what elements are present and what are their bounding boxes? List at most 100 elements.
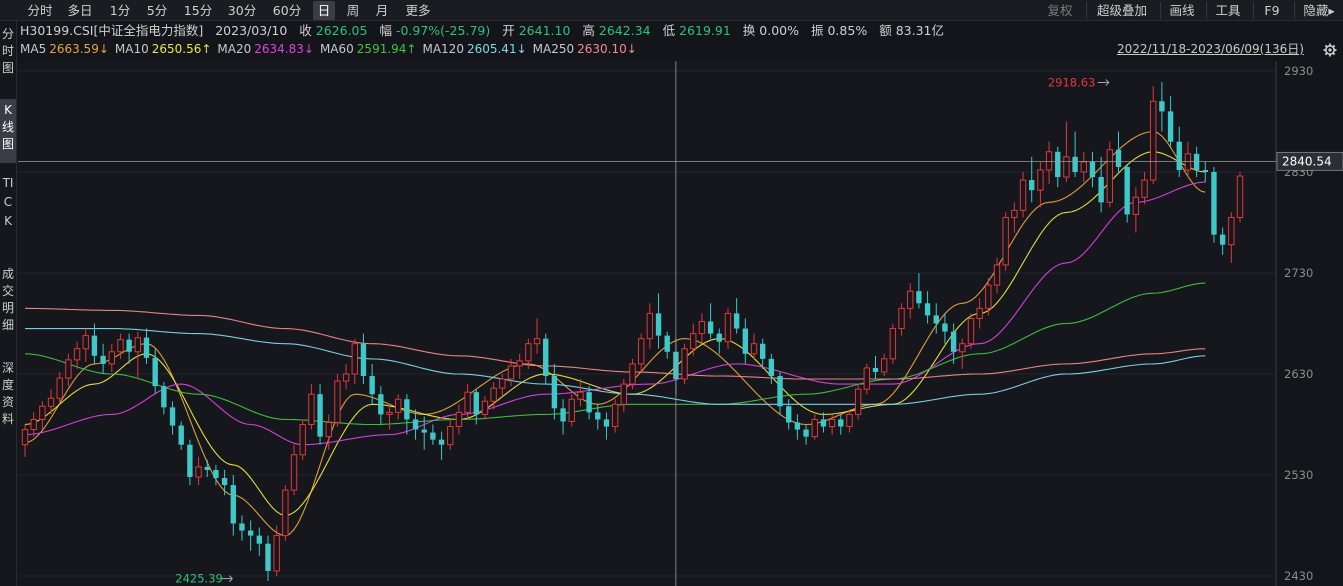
candle-body xyxy=(637,338,645,365)
sidebar-tab-1[interactable]: K线图 xyxy=(0,99,16,163)
candle-body xyxy=(1002,216,1009,266)
candle-body xyxy=(664,335,670,352)
toolbar-divider xyxy=(1086,2,1087,19)
candle-body xyxy=(221,478,228,486)
y-tick-label: 2730 xyxy=(1284,266,1313,280)
candle[interactable] xyxy=(1236,172,1244,223)
candle-body xyxy=(1176,141,1182,170)
candle-body xyxy=(481,400,489,415)
open-value: 2641.10 xyxy=(518,23,571,38)
change-label: 幅 xyxy=(379,23,392,38)
candle-body xyxy=(317,394,323,437)
candle-body xyxy=(568,398,575,422)
tool-button-0[interactable]: 复权 xyxy=(1040,1,1080,20)
ma-legend-name: MA250 xyxy=(532,42,575,56)
candle-body xyxy=(412,419,419,430)
candle-body xyxy=(91,335,98,356)
candle-body xyxy=(1011,209,1018,218)
amount-label: 额 xyxy=(879,23,892,38)
candle-body xyxy=(169,407,176,426)
candle[interactable] xyxy=(282,485,289,541)
candle-body xyxy=(1029,180,1035,191)
candle-body xyxy=(299,424,306,456)
candle-body xyxy=(629,363,636,385)
candle-body xyxy=(430,432,436,440)
candle[interactable] xyxy=(1211,166,1217,243)
candle[interactable] xyxy=(334,374,341,427)
candle[interactable] xyxy=(299,419,306,460)
timeframe-tab-7[interactable]: 日 xyxy=(313,1,335,20)
timeframe-tab-2[interactable]: 1分 xyxy=(106,1,134,20)
candle[interactable] xyxy=(1150,86,1157,185)
sidebar-tab-3[interactable]: 成交明细 xyxy=(0,263,16,349)
timeframe-tab-0[interactable]: 分时 xyxy=(22,1,58,20)
sidebar-tab-4[interactable]: 深度资料 xyxy=(0,357,16,433)
candle-body xyxy=(499,378,506,389)
candle[interactable] xyxy=(1124,163,1130,223)
candle[interactable] xyxy=(1106,141,1114,208)
y-tick-label: 2930 xyxy=(1284,64,1313,78)
candle-body xyxy=(1045,151,1053,171)
candle-body xyxy=(230,485,236,524)
y-tick-label: 2530 xyxy=(1284,468,1313,482)
candle-body xyxy=(768,358,775,377)
candle[interactable] xyxy=(1002,212,1009,271)
turnover-field: 换 0.00% xyxy=(743,22,799,40)
candle-body xyxy=(134,337,142,353)
candle-body xyxy=(889,328,897,360)
timeframe-tab-1[interactable]: 多日 xyxy=(60,1,100,20)
candle-body xyxy=(898,307,905,330)
candle[interactable] xyxy=(854,384,862,420)
candle-body xyxy=(282,489,289,537)
candle-body xyxy=(698,320,706,335)
candle-body xyxy=(73,348,81,361)
low-annotation-label: 2425.39 xyxy=(175,572,223,586)
tool-button-5[interactable]: 隐藏▸ xyxy=(1298,1,1340,20)
timeframe-tab-10[interactable]: 更多 xyxy=(400,1,436,20)
candle-body xyxy=(846,413,853,428)
candle[interactable] xyxy=(967,313,975,349)
candle-body xyxy=(1063,156,1070,178)
ma-legend-name: MA5 xyxy=(20,42,47,56)
timeframe-tab-6[interactable]: 60分 xyxy=(268,1,306,20)
timeframe-tab-5[interactable]: 30分 xyxy=(224,1,260,20)
candle[interactable] xyxy=(681,343,688,385)
tool-button-1[interactable]: 超级叠加 xyxy=(1090,1,1154,20)
candle-body xyxy=(204,466,210,470)
candle-body xyxy=(854,388,862,415)
symbol-name: H30199.CSI[中证全指电力指数] xyxy=(20,23,204,38)
tool-button-2[interactable]: 画线 xyxy=(1164,1,1200,20)
ma-legend-value: 2663.59↓ xyxy=(49,41,109,58)
close-field: 收 2626.05 xyxy=(299,22,367,40)
candle[interactable] xyxy=(889,323,897,364)
tool-button-4[interactable]: F9 xyxy=(1257,1,1287,20)
candle-body xyxy=(369,376,375,395)
candle-body xyxy=(1150,100,1157,181)
candle-body xyxy=(56,377,63,399)
turnover-label: 换 xyxy=(742,23,756,38)
date-range[interactable]: 2022/11/18-2023/06/09(136日) xyxy=(1117,41,1304,58)
candle-body xyxy=(455,411,463,428)
low-label: 低 xyxy=(662,23,676,38)
candle-body xyxy=(907,290,914,309)
high-annotation-label: 2918.63 xyxy=(1048,75,1096,89)
candle-body xyxy=(386,411,393,415)
sidebar-tab-0[interactable]: 分时图 xyxy=(0,23,16,79)
candle-body xyxy=(100,355,106,364)
gear-icon[interactable] xyxy=(1323,43,1337,57)
timeframe-tab-8[interactable]: 周 xyxy=(340,1,366,20)
sidebar-tab-2[interactable]: TICK xyxy=(0,171,16,253)
tool-button-3[interactable]: 工具 xyxy=(1210,1,1246,20)
sidebar: 分时图 K线图 TICK 成交明细深度资料 xyxy=(0,21,17,586)
timeframe-tab-9[interactable]: 月 xyxy=(370,1,394,20)
timeframe-tab-3[interactable]: 5分 xyxy=(142,1,172,20)
candle[interactable] xyxy=(568,394,575,427)
timeframe-tab-4[interactable]: 15分 xyxy=(179,1,217,20)
candle-body xyxy=(47,397,55,407)
candle-body xyxy=(1211,172,1217,235)
kline-chart[interactable]: 2430253026302730283029302840.542918.6324… xyxy=(0,0,1343,586)
ma-legend-name: MA60 xyxy=(319,42,354,56)
low-field: 低 2619.91 xyxy=(663,22,731,40)
candle-body xyxy=(464,391,471,413)
candle-body xyxy=(516,360,523,367)
